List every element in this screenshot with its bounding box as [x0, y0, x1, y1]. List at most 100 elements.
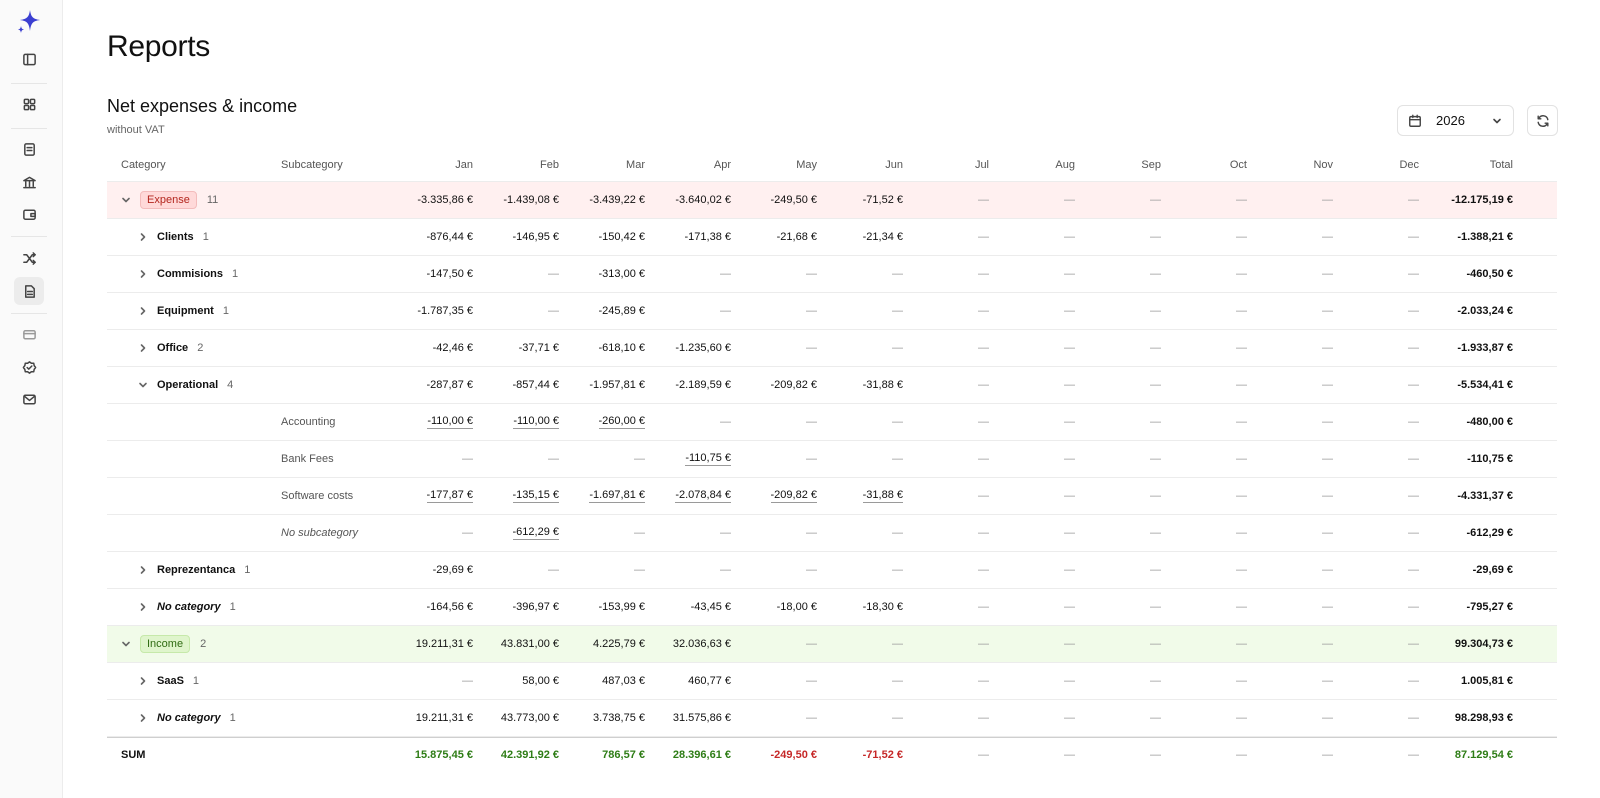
- category-toggle[interactable]: SaaS 1: [138, 675, 199, 687]
- month-cell-value: —: [1408, 453, 1419, 465]
- category-row[interactable]: No category 1 19.211,31 € 43.773,00 € 3.738,…: [107, 700, 1557, 737]
- month-cell: —: [995, 589, 1075, 625]
- month-cell-value[interactable]: -177,87 €: [426, 489, 473, 503]
- month-cell-value[interactable]: -110,00 €: [427, 415, 473, 429]
- month-cell-value[interactable]: -612,29 €: [512, 526, 559, 540]
- sidebar-item-mail[interactable]: [14, 385, 44, 413]
- month-cell-value: —: [720, 416, 731, 428]
- month-cell: —: [651, 515, 731, 551]
- refresh-button[interactable]: [1527, 105, 1558, 136]
- chevron-right-icon[interactable]: [138, 602, 148, 612]
- badge-check-icon: [22, 360, 36, 374]
- sidebar-item-wallet[interactable]: [14, 200, 44, 228]
- month-cell-value: —: [1150, 231, 1161, 243]
- category-toggle[interactable]: No category 1: [138, 601, 236, 613]
- sidebar-item-bank[interactable]: [14, 168, 44, 196]
- sidebar-item-invoices[interactable]: [14, 135, 44, 163]
- chevron-down-icon: [1493, 118, 1501, 123]
- chevron-right-icon[interactable]: [138, 269, 148, 279]
- month-cell-value: —: [1408, 342, 1419, 354]
- category-row[interactable]: Reprezentanca 1 -29,69 € — — — — — — — — — — — -29,69 …: [107, 552, 1557, 589]
- chevron-right-icon[interactable]: [138, 565, 148, 575]
- row-count: 1: [222, 305, 229, 317]
- month-cell-value[interactable]: -110,75 €: [685, 452, 731, 466]
- sidebar-item-reports[interactable]: [14, 277, 44, 305]
- month-cell-value: —: [1150, 638, 1161, 650]
- chevron-right-icon[interactable]: [138, 343, 148, 353]
- sum-row: SUM 15.875,45 € 42.391,92 € 786,57 € 28.396,…: [107, 737, 1557, 771]
- month-cell-value[interactable]: -209,82 €: [770, 489, 817, 503]
- month-cell: -147,50 €: [393, 256, 473, 292]
- category-toggle[interactable]: Office 2: [138, 342, 203, 354]
- month-cell-value[interactable]: -260,00 €: [598, 415, 645, 429]
- month-cell-value: —: [1064, 453, 1075, 465]
- chevron-right-icon[interactable]: [138, 232, 148, 242]
- month-cell-value: —: [978, 601, 989, 613]
- month-cell-value: -29,69 €: [432, 564, 473, 576]
- row-total: -29,69 €: [1423, 552, 1513, 588]
- month-cell: —: [737, 626, 817, 662]
- category-cell: SaaS 1: [121, 663, 281, 699]
- category-toggle[interactable]: No category 1: [138, 712, 236, 724]
- header-month-value: Jan: [455, 158, 473, 171]
- month-cell-value[interactable]: -1.697,81 €: [589, 489, 645, 503]
- month-cell-value: —: [1064, 564, 1075, 576]
- month-cell-value: —: [1150, 379, 1161, 391]
- row-total-value: -1.388,21 €: [1457, 231, 1513, 243]
- year-select[interactable]: 2026: [1397, 105, 1514, 136]
- sidebar-item-cards[interactable]: [14, 320, 44, 348]
- chevron-right-icon[interactable]: [138, 713, 148, 723]
- month-cell-value: -1.439,08 €: [503, 194, 559, 206]
- category-toggle[interactable]: Commisions 1: [138, 268, 238, 280]
- chevron-right-icon[interactable]: [138, 306, 148, 316]
- sidebar-toggle-button[interactable]: [14, 45, 44, 73]
- month-cell-value[interactable]: -31,88 €: [862, 489, 903, 503]
- chevron-down-icon[interactable]: [121, 639, 131, 649]
- month-cell-value: —: [1236, 675, 1247, 687]
- category-toggle[interactable]: Reprezentanca 1: [138, 564, 250, 576]
- group-row-income[interactable]: Income 2 19.211,31 € 43.831,00 € 4.225,79 € 3…: [107, 626, 1557, 663]
- month-cell: —: [651, 552, 731, 588]
- month-cell-value: —: [978, 416, 989, 428]
- category-row[interactable]: Equipment 1 -1.787,35 € — -245,89 € — — — — — — — — —…: [107, 293, 1557, 330]
- sidebar-item-transfers[interactable]: [14, 244, 44, 272]
- row-total: -4.331,37 €: [1423, 478, 1513, 514]
- month-cell-value: —: [978, 453, 989, 465]
- category-row[interactable]: No category 1 -164,56 € -396,97 € -153,99 € -…: [107, 589, 1557, 626]
- month-cell: -245,89 €: [565, 293, 645, 329]
- chevron-down-icon[interactable]: [138, 380, 148, 390]
- month-cell-value: —: [548, 453, 559, 465]
- month-cell: —: [479, 441, 559, 477]
- category-row[interactable]: Clients 1 -876,44 € -146,95 € -150,42 € -171,…: [107, 219, 1557, 256]
- header-month: Dec: [1339, 148, 1419, 181]
- month-cell-value[interactable]: -110,00 €: [513, 415, 559, 429]
- month-cell: -37,71 €: [479, 330, 559, 366]
- month-cell: —: [1167, 478, 1247, 514]
- category-row[interactable]: SaaS 1 — 58,00 € 487,03 € 460,77 € — — — — — — — — 1.0…: [107, 663, 1557, 700]
- category-toggle[interactable]: Equipment 1: [138, 305, 229, 317]
- category-row[interactable]: Commisions 1 -147,50 € — -313,00 € — — — — — — — — — -…: [107, 256, 1557, 293]
- row-count: 1: [232, 268, 239, 280]
- category-cell: Commisions 1: [121, 256, 281, 292]
- chevron-right-icon[interactable]: [138, 676, 148, 686]
- month-cell-value: —: [892, 342, 903, 354]
- month-cell-value: 19.211,31 €: [415, 638, 473, 650]
- row-total-value: 98.298,93 €: [1454, 712, 1513, 724]
- sparkle-logo-icon[interactable]: [15, 7, 43, 35]
- month-cell-value[interactable]: -2.078,84 €: [675, 489, 731, 503]
- category-toggle[interactable]: Operational 4: [138, 379, 233, 391]
- month-cell-value: —: [720, 305, 731, 317]
- category-row[interactable]: Office 2 -42,46 € -37,71 € -618,10 € -1.235,6…: [107, 330, 1557, 367]
- category-toggle[interactable]: Clients 1: [138, 231, 209, 243]
- month-cell: 4.225,79 €: [565, 626, 645, 662]
- month-cell: -249,50 €: [737, 182, 817, 218]
- month-cell-value[interactable]: -135,15 €: [512, 489, 559, 503]
- sidebar-item-dashboard[interactable]: [14, 90, 44, 118]
- month-cell: —: [1253, 404, 1333, 440]
- month-cell-value: -18,30 €: [862, 601, 903, 613]
- chevron-down-icon[interactable]: [121, 195, 131, 205]
- group-row-expense[interactable]: Expense 11 -3.335,86 € -1.439,08 € -3.439,22…: [107, 182, 1557, 219]
- month-cell: -21,68 €: [737, 219, 817, 255]
- category-row[interactable]: Operational 4 -287,87 € -857,44 € -1.957,81 …: [107, 367, 1557, 404]
- sidebar-item-verification[interactable]: [14, 353, 44, 381]
